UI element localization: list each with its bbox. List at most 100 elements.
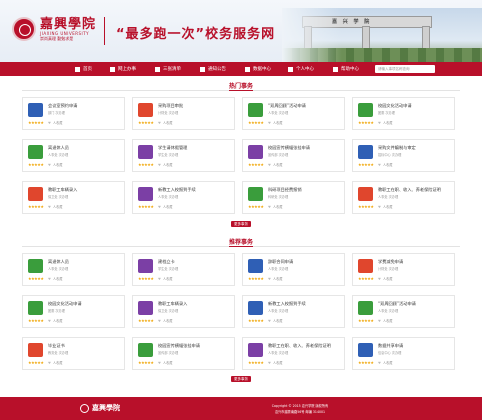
service-card[interactable]: ★★★★★ 教职工车辆录入 保卫处 次办理 ♥ 人收藏 — [132, 295, 235, 328]
rating-stars: ★★★★★ — [138, 120, 154, 125]
card-department: 学生处 — [158, 153, 168, 157]
card-department: 人事处 — [378, 309, 388, 313]
card-favorite[interactable]: ♥ 人收藏 — [378, 318, 392, 323]
service-card[interactable]: ★★★★★ 辞职合同申请 人事处 次办理 ♥ 人收藏 — [242, 253, 345, 286]
card-favorite[interactable]: ♥ 人收藏 — [268, 204, 282, 209]
service-card[interactable]: ★★★★★ 教职工在职、收入、养老保险证明 人事处 次办理 ♥ 人收藏 — [242, 337, 345, 370]
card-favorite[interactable]: ♥ 人收藏 — [158, 360, 172, 365]
card-favorite[interactable]: ♥ 人收藏 — [158, 204, 172, 209]
service-card[interactable]: ★★★★★ 教职工车辆录入 保卫处 次办理 ♥ 人收藏 — [22, 181, 125, 214]
card-title: 教职工车辆录入 — [158, 301, 188, 306]
nav-label: 首页 — [83, 67, 92, 72]
card-title: 教职工在职、收入、养老保险证明 — [378, 187, 441, 192]
card-favorite[interactable]: ♥ 人收藏 — [268, 318, 282, 323]
logo-motto: 崇尚真理 勤勉求是 — [40, 35, 74, 41]
rating-stars: ★★★★★ — [358, 162, 374, 167]
service-card[interactable]: ★★★★★ “双周回顾”活动申请 人事处 次办理 ♥ 人收藏 — [352, 295, 455, 328]
card-favorite[interactable]: ♥ 人收藏 — [158, 162, 172, 167]
rating-stars: ★★★★★ — [248, 318, 264, 323]
card-title: 校园宣传横幅张挂申请 — [158, 343, 200, 348]
card-title: 采购文件编制与审定 — [378, 145, 416, 150]
card-handle-count: 次办理 — [168, 195, 179, 199]
card-department: 宣传部 — [158, 351, 168, 355]
nav-item-data-center[interactable]: 数据中心 — [245, 62, 271, 76]
card-favorite[interactable]: ♥ 人收藏 — [268, 120, 282, 125]
service-card[interactable]: ★★★★★ 校园文化活动申请 团委 次办理 ♥ 人收藏 — [22, 295, 125, 328]
card-handle-count: 次办理 — [278, 267, 289, 271]
nav-item-three-lists[interactable]: 三张清单 — [155, 62, 181, 76]
card-favorite[interactable]: ♥ 人收藏 — [48, 360, 62, 365]
card-favorite[interactable]: ♥ 人收藏 — [158, 120, 172, 125]
nav-label: 三张清单 — [163, 67, 181, 72]
service-card[interactable]: ★★★★★ “双周回顾”活动申请 人事处 次办理 ♥ 人收藏 — [242, 97, 345, 130]
card-favorite[interactable]: ♥ 人收藏 — [378, 360, 392, 365]
service-card[interactable]: ★★★★★ 科研项目经费报销 科研处 次办理 ♥ 人收藏 — [242, 181, 345, 214]
recommend-more-button[interactable]: 更多事务 — [231, 376, 251, 382]
heart-icon: ♥ — [48, 121, 51, 125]
service-card[interactable]: ★★★★★ 学生请休假管理 学生处 次办理 ♥ 人收藏 — [132, 139, 235, 172]
heart-icon: ♥ — [378, 163, 381, 167]
heart-icon: ♥ — [268, 205, 271, 209]
card-favorite[interactable]: ♥ 人收藏 — [378, 162, 392, 167]
service-card[interactable]: ★★★★★ 学费减免申请 计财处 次办理 ♥ 人收藏 — [352, 253, 455, 286]
card-favorite[interactable]: ♥ 人收藏 — [48, 318, 62, 323]
heart-icon: ♥ — [268, 319, 271, 323]
nav-item-personal-center[interactable]: 个人中心 — [288, 62, 314, 76]
favorite-count: 人收藏 — [52, 319, 63, 323]
service-card[interactable]: ★★★★★ 离退休人员 人事处 次办理 ♥ 人收藏 — [22, 253, 125, 286]
rating-stars: ★★★★★ — [28, 318, 44, 323]
rating-stars: ★★★★★ — [28, 276, 44, 281]
service-card[interactable]: ★★★★★ 教职工在职、收入、养老保险证明 人事处 次办理 ♥ 人收藏 — [352, 181, 455, 214]
card-title: 教职工在职、收入、养老保险证明 — [268, 343, 331, 348]
card-favorite[interactable]: ♥ 人收藏 — [378, 276, 392, 281]
card-favorite[interactable]: ♥ 人收藏 — [268, 162, 282, 167]
card-meta: 保卫处 次办理 — [158, 308, 233, 313]
card-title: 采购项目审批 — [158, 103, 184, 108]
service-card[interactable]: ★★★★★ 校园宣传横幅张挂申请 宣传部 次办理 ♥ 人收藏 — [242, 139, 345, 172]
card-favorite[interactable]: ♥ 人收藏 — [48, 120, 62, 125]
university-logo[interactable]: 嘉興學院 JIAXING UNIVERSITY 崇尚真理 勤勉求是 — [12, 17, 96, 41]
footer-logo[interactable]: 嘉興學院 — [80, 403, 120, 413]
card-favorite[interactable]: ♥ 人收藏 — [158, 276, 172, 281]
card-title: 数据共享申请 — [378, 343, 404, 348]
card-favorite[interactable]: ♥ 人收藏 — [48, 204, 62, 209]
service-card[interactable]: ★★★★★ 离退休人员 人事处 次办理 ♥ 人收藏 — [22, 139, 125, 172]
card-favorite[interactable]: ♥ 人收藏 — [48, 162, 62, 167]
service-card[interactable]: ★★★★★ 新教工入校报到手续 人事处 次办理 ♥ 人收藏 — [132, 181, 235, 214]
card-favorite[interactable]: ♥ 人收藏 — [268, 360, 282, 365]
card-meta: 科研处 次办理 — [268, 194, 343, 199]
nav-item-help-center[interactable]: 帮助中心 — [333, 62, 359, 76]
card-favorite[interactable]: ♥ 人收藏 — [268, 276, 282, 281]
favorite-count: 人收藏 — [382, 361, 393, 365]
card-favorite[interactable]: ♥ 人收藏 — [48, 276, 62, 281]
service-card[interactable]: ★★★★★ 校园文化活动申请 团委 次办理 ♥ 人收藏 — [352, 97, 455, 130]
card-favorite[interactable]: ♥ 人收藏 — [378, 204, 392, 209]
service-card[interactable]: ★★★★★ 毕业证书 教务处 次办理 ♥ 人收藏 — [22, 337, 125, 370]
nav-item-notices[interactable]: 通知公告 — [200, 62, 226, 76]
service-card[interactable]: ★★★★★ 采购项目审批 计财处 次办理 ♥ 人收藏 — [132, 97, 235, 130]
card-favorite[interactable]: ♥ 人收藏 — [158, 318, 172, 323]
card-title: 辞职合同申请 — [268, 259, 294, 264]
card-handle-count: 次办理 — [168, 351, 179, 355]
card-title: 离退休人员 — [48, 145, 69, 150]
heart-icon: ♥ — [268, 277, 271, 281]
nav-item-home[interactable]: 首页 — [75, 62, 92, 76]
favorite-count: 人收藏 — [162, 361, 173, 365]
nav-item-online-service[interactable]: 网上办事 — [110, 62, 136, 76]
service-card[interactable]: ★★★★★ 数据共享申请 信息中心 次办理 ♥ 人收藏 — [352, 337, 455, 370]
favorite-count: 人收藏 — [272, 163, 283, 167]
site-footer: 嘉興學院 Copyright © 2015 嘉兴学院 版权所有 嘉兴市越秀南路5… — [0, 397, 482, 420]
book-icon — [28, 145, 43, 159]
hot-more-button[interactable]: 更多事务 — [231, 221, 251, 227]
card-handle-count: 次办理 — [278, 351, 289, 355]
service-card[interactable]: ★★★★★ 校园宣传横幅张挂申请 宣传部 次办理 ♥ 人收藏 — [132, 337, 235, 370]
service-card[interactable]: ★★★★★ 新教工入校报到手续 人事处 次办理 ♥ 人收藏 — [242, 295, 345, 328]
rating-stars: ★★★★★ — [28, 204, 44, 209]
search-input[interactable]: 请输入事项名称查询 — [375, 65, 435, 73]
chart-icon — [248, 301, 263, 315]
service-card[interactable]: ★★★★★ 采购文件编制与审定 招标中心 次办理 ♥ 人收藏 — [352, 139, 455, 172]
card-department: 人事处 — [158, 195, 168, 199]
card-favorite[interactable]: ♥ 人收藏 — [378, 120, 392, 125]
service-card[interactable]: ★★★★★ 建档立卡 学生处 次办理 ♥ 人收藏 — [132, 253, 235, 286]
service-card[interactable]: ★★★★★ 会议室预约申请 部门 次办理 ♥ 人收藏 — [22, 97, 125, 130]
